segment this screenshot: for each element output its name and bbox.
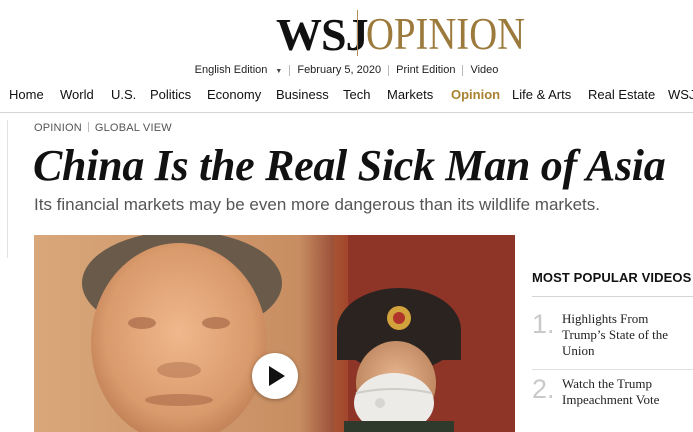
play-button[interactable] [252, 353, 298, 399]
nav-item-home[interactable]: Home [9, 87, 44, 102]
play-icon [269, 366, 285, 386]
masthead: WSJ OPINION [0, 8, 693, 60]
current-date: February 5, 2020 [297, 64, 382, 76]
video-link[interactable]: Video [463, 64, 505, 76]
popular-heading-rule [532, 296, 693, 297]
opinion-section-logo[interactable]: OPINION [366, 12, 525, 57]
left-rail-edge [0, 120, 8, 258]
nav-item-tech[interactable]: Tech [343, 87, 370, 102]
print-edition-link[interactable]: Print Edition [389, 64, 462, 76]
video-thumbnail-image [34, 235, 515, 432]
edition-bar: English Edition ▼ February 5, 2020 Print … [0, 62, 693, 78]
popular-video-title[interactable]: Watch the Trump Impeachment Vote [562, 376, 692, 408]
column-link[interactable]: GLOBAL VIEW [95, 122, 172, 134]
edition-label: English Edition [194, 64, 268, 76]
nav-item-politics[interactable]: Politics [150, 87, 191, 102]
popular-rank: 2. [532, 374, 555, 404]
caret-down-icon: ▼ [275, 68, 283, 75]
hero-video[interactable] [34, 235, 515, 432]
main-nav: Home World U.S. Politics Economy Busines… [0, 87, 693, 105]
section-link[interactable]: OPINION [34, 122, 82, 134]
most-popular-heading: MOST POPULAR VIDEOS [532, 270, 692, 285]
article-dek: Its financial markets may be even more d… [34, 195, 600, 214]
nav-item-life-arts[interactable]: Life & Arts [512, 87, 571, 102]
article-flashline: OPINION GLOBAL VIEW [34, 122, 172, 134]
nav-item-business[interactable]: Business [276, 87, 329, 102]
wsj-logo[interactable]: WSJ [276, 12, 369, 58]
article-headline: China Is the Real Sick Man of Asia [33, 141, 666, 190]
edition-selector[interactable]: English Edition ▼ [188, 64, 290, 76]
nav-item-real-estate[interactable]: Real Estate [588, 87, 655, 102]
nav-item-world[interactable]: World [60, 87, 94, 102]
nav-item-wsj[interactable]: WSJ [668, 87, 693, 102]
nav-item-opinion[interactable]: Opinion [451, 87, 500, 102]
popular-video-title[interactable]: Highlights From Trump’s State of the Uni… [562, 311, 692, 359]
nav-item-us[interactable]: U.S. [111, 87, 136, 102]
nav-item-economy[interactable]: Economy [207, 87, 261, 102]
popular-divider [532, 369, 693, 370]
nav-divider [0, 112, 693, 113]
divider [87, 122, 89, 132]
logo-divider [357, 10, 358, 56]
nav-item-markets[interactable]: Markets [387, 87, 433, 102]
most-popular-videos: MOST POPULAR VIDEOS [532, 270, 693, 285]
popular-rank: 1. [532, 309, 555, 339]
